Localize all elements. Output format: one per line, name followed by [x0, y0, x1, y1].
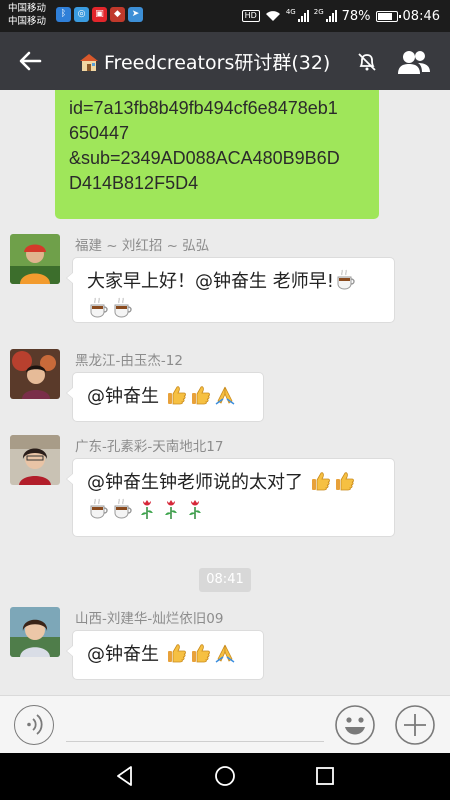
avatar[interactable] [10, 234, 60, 284]
signal-icon-1 [297, 10, 309, 22]
emoji-button[interactable] [334, 704, 376, 746]
link-line: id=7a13fb8b49fb494cf6e8478eb1 [69, 98, 338, 118]
joined-hands-emoji [214, 384, 236, 406]
rose-emoji [136, 498, 158, 520]
battery-percent: 78% [341, 8, 371, 24]
notification-icons: ᛒ ◎ ▣ ◆ ➤ [56, 7, 143, 22]
wifi-icon [265, 11, 280, 21]
shop-app-icon: ◆ [110, 7, 125, 22]
network-type-2: 2G [313, 8, 324, 16]
message-bubble[interactable]: 大家早上好！@钟奋生 老师早! [66, 257, 395, 323]
group-name: Freedcreators研讨群(32) [104, 52, 331, 74]
message-text: @钟奋生钟老师说的太对了 [87, 472, 303, 493]
carrier-2: 中国移动 [8, 16, 47, 27]
avatar[interactable] [10, 607, 60, 657]
back-arrow-icon[interactable] [16, 47, 44, 75]
voice-input-button[interactable] [14, 705, 54, 745]
smiley-icon [335, 705, 375, 745]
clock: 08:46 [402, 8, 440, 24]
thumbs-up-emoji [166, 642, 188, 664]
message-text: @钟奋生 [87, 644, 159, 665]
thumbs-up-emoji [310, 470, 332, 492]
browser-icon: ◎ [74, 7, 89, 22]
thumbs-up-emoji [334, 470, 356, 492]
thumbs-up-emoji [190, 642, 212, 664]
title-bar: Freedcreators研讨群(32) [0, 32, 450, 90]
message-bubble[interactable]: @钟奋生 [66, 372, 264, 422]
message-text: 大家早上好！@钟奋生 老师早! [87, 271, 334, 292]
hd-voice-icon: HD [241, 10, 260, 22]
news-app-icon: ▣ [92, 7, 107, 22]
thumbs-up-emoji [190, 384, 212, 406]
sender-name: 福建 ~ 刘红招 ~ 弘弘 [75, 238, 210, 254]
more-actions-button[interactable] [394, 704, 436, 746]
signal-icon-2 [325, 10, 337, 22]
nav-back-icon[interactable] [114, 765, 136, 787]
message-input[interactable] [66, 706, 324, 742]
rose-emoji [184, 498, 206, 520]
mute-bell-icon [358, 53, 376, 71]
chat-area[interactable]: id=7a13fb8b49fb494cf6e8478eb1 650447 &su… [0, 90, 450, 695]
avatar[interactable] [10, 349, 60, 399]
message-bubble[interactable]: @钟奋生钟老师说的太对了 [66, 458, 395, 537]
coffee-emoji [88, 498, 110, 520]
link-line: D414B812F5D4 [69, 173, 199, 193]
bluetooth-icon: ᛒ [56, 7, 71, 22]
message-timestamp: 08:41 [199, 568, 251, 592]
carrier-1: 中国移动 [8, 3, 47, 14]
joined-hands-emoji [214, 642, 236, 664]
link-line: &sub=2349AD088ACA480B9B6D [69, 148, 340, 168]
nav-recent-apps-icon[interactable] [315, 766, 335, 786]
send-icon: ➤ [128, 7, 143, 22]
thumbs-up-emoji [166, 384, 188, 406]
house-icon [80, 53, 98, 71]
coffee-emoji [335, 269, 357, 291]
sender-name: 广东-孔素彩-天南地北17 [75, 439, 224, 455]
plus-icon [395, 705, 435, 745]
status-right: HD 4G 2G 78% 08:46 [241, 0, 440, 32]
message-bubble[interactable]: @钟奋生 [66, 630, 264, 680]
battery-icon [375, 10, 401, 22]
sender-name: 黑龙江-由玉杰-12 [75, 353, 183, 369]
chat-title: Freedcreators研讨群(32) [78, 48, 330, 75]
coffee-emoji [112, 297, 134, 319]
message-text: @钟奋生 [87, 386, 159, 407]
coffee-emoji [112, 498, 134, 520]
system-nav-bar [0, 753, 450, 800]
carrier-labels: 中国移动 中国移动 [8, 2, 46, 28]
status-bar: 中国移动 中国移动 ᛒ ◎ ▣ ◆ ➤ HD 4G 2G 78% 08:46 [0, 0, 450, 32]
link-line: 650447 [69, 123, 130, 143]
voice-icon [27, 714, 43, 735]
nav-home-icon[interactable] [214, 765, 236, 787]
group-members-icon[interactable] [396, 48, 432, 76]
coffee-emoji [88, 297, 110, 319]
input-bar [0, 695, 450, 753]
sent-link-bubble[interactable]: id=7a13fb8b49fb494cf6e8478eb1 650447 &su… [55, 90, 379, 219]
network-type-1: 4G [285, 8, 296, 16]
sender-name: 山西-刘建华-灿烂依旧09 [75, 611, 224, 627]
avatar[interactable] [10, 435, 60, 485]
rose-emoji [160, 498, 182, 520]
